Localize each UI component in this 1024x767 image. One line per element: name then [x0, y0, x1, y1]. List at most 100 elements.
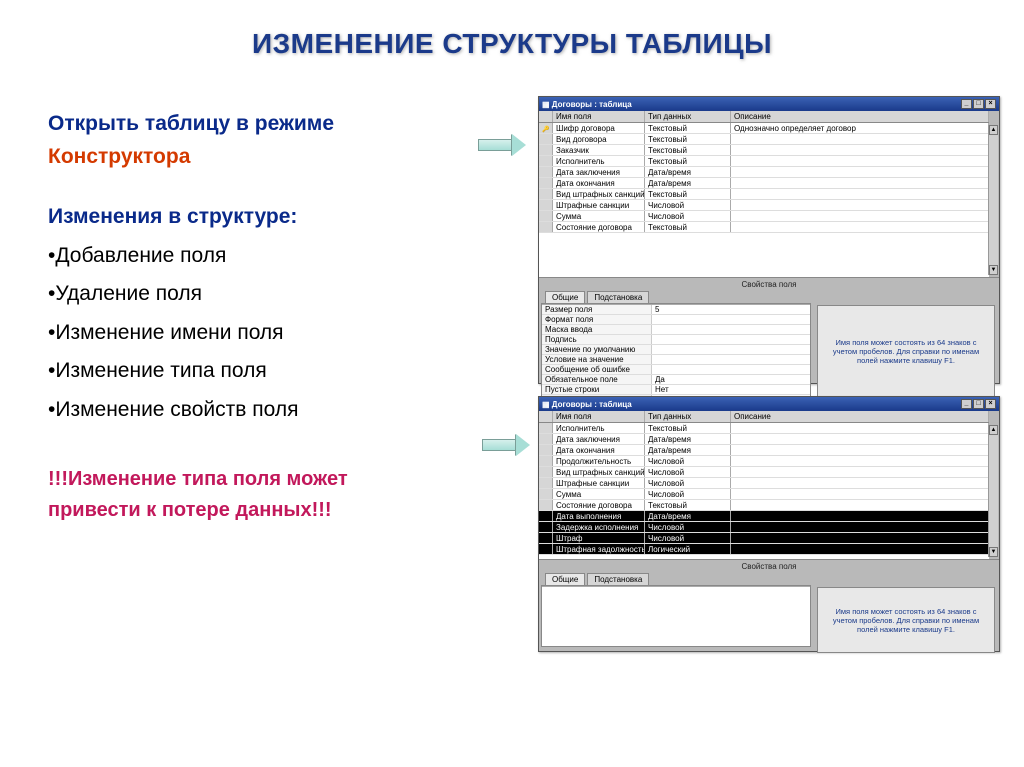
field-desc-cell[interactable] [731, 489, 989, 499]
field-name-cell[interactable]: Дата заключения [553, 434, 645, 444]
row-selector[interactable] [539, 500, 553, 510]
close-button[interactable]: × [985, 99, 996, 109]
scrollbar[interactable]: ▲ ▼ [988, 425, 998, 557]
scroll-up-icon[interactable]: ▲ [989, 425, 998, 435]
table-row[interactable]: ПродолжительностьЧисловой [539, 456, 989, 467]
field-type-cell[interactable]: Текстовый [645, 145, 731, 155]
field-type-cell[interactable]: Числовой [645, 522, 731, 532]
field-name-cell[interactable]: Штрафные санкции [553, 478, 645, 488]
field-desc-cell[interactable] [731, 544, 989, 554]
props-grid[interactable] [542, 586, 810, 646]
property-row[interactable]: Подпись [542, 335, 810, 345]
row-selector[interactable] [539, 222, 553, 232]
field-name-cell[interactable]: Вид штрафных санкций [553, 467, 645, 477]
property-row[interactable]: Маска ввода [542, 325, 810, 335]
row-selector[interactable] [539, 145, 553, 155]
field-name-cell[interactable]: Дата окончания [553, 178, 645, 188]
field-type-cell[interactable]: Дата/время [645, 167, 731, 177]
field-type-cell[interactable]: Текстовый [645, 222, 731, 232]
field-type-cell[interactable]: Числовой [645, 489, 731, 499]
field-type-cell[interactable]: Дата/время [645, 511, 731, 521]
field-name-cell[interactable]: Дата окончания [553, 445, 645, 455]
field-desc-cell[interactable] [731, 145, 989, 155]
col-type[interactable]: Тип данных [645, 411, 731, 422]
maximize-button[interactable]: □ [973, 399, 984, 409]
field-desc-cell[interactable] [731, 222, 989, 232]
table-row[interactable]: Дата выполненияДата/время [539, 511, 989, 522]
close-button[interactable]: × [985, 399, 996, 409]
row-selector[interactable] [539, 434, 553, 444]
tab-general[interactable]: Общие [545, 573, 585, 585]
scroll-up-icon[interactable]: ▲ [989, 125, 998, 135]
field-desc-cell[interactable] [731, 456, 989, 466]
table-row[interactable]: Вид штрафных санкцийЧисловой [539, 467, 989, 478]
prop-value[interactable] [652, 335, 810, 344]
table-row[interactable]: Задержка исполненияЧисловой [539, 522, 989, 533]
col-desc[interactable]: Описание [731, 411, 989, 422]
property-row[interactable]: Пустые строкиНет [542, 385, 810, 395]
field-name-cell[interactable]: Сумма [553, 489, 645, 499]
row-selector[interactable] [539, 156, 553, 166]
row-selector[interactable] [539, 167, 553, 177]
field-type-cell[interactable]: Текстовый [645, 123, 731, 133]
table-row[interactable]: Штрафные санкцииЧисловой [539, 200, 989, 211]
field-desc-cell[interactable]: Однозначно определяет договор [731, 123, 989, 133]
row-selector[interactable] [539, 423, 553, 433]
prop-value[interactable] [652, 325, 810, 334]
property-row[interactable]: Сообщение об ошибке [542, 365, 810, 375]
row-selector[interactable] [539, 200, 553, 210]
field-desc-cell[interactable] [731, 156, 989, 166]
field-type-cell[interactable]: Числовой [645, 478, 731, 488]
table-row[interactable]: Дата окончанияДата/время [539, 178, 989, 189]
row-selector[interactable] [539, 544, 553, 554]
table-row[interactable]: ЗаказчикТекстовый [539, 145, 989, 156]
row-selector[interactable] [539, 134, 553, 144]
row-selector[interactable] [539, 123, 553, 133]
field-type-cell[interactable]: Логический [645, 544, 731, 554]
tab-lookup[interactable]: Подстановка [587, 291, 649, 303]
tab-general[interactable]: Общие [545, 291, 585, 303]
field-type-cell[interactable]: Текстовый [645, 423, 731, 433]
minimize-button[interactable]: _ [961, 99, 972, 109]
field-name-cell[interactable]: Штраф [553, 533, 645, 543]
col-name[interactable]: Имя поля [553, 411, 645, 422]
field-name-cell[interactable]: Штрафные санкции [553, 200, 645, 210]
row-selector[interactable] [539, 533, 553, 543]
row-selector[interactable] [539, 211, 553, 221]
property-row[interactable]: Обязательное полеДа [542, 375, 810, 385]
field-desc-cell[interactable] [731, 434, 989, 444]
field-name-cell[interactable]: Задержка исполнения [553, 522, 645, 532]
field-type-cell[interactable]: Числовой [645, 533, 731, 543]
field-type-cell[interactable]: Дата/время [645, 178, 731, 188]
field-type-cell[interactable]: Текстовый [645, 189, 731, 199]
property-row[interactable]: Условие на значение [542, 355, 810, 365]
prop-value[interactable] [652, 345, 810, 354]
field-desc-cell[interactable] [731, 511, 989, 521]
titlebar[interactable]: ▦ Договоры : таблица _ □ × [539, 397, 999, 411]
row-selector[interactable] [539, 489, 553, 499]
col-type[interactable]: Тип данных [645, 111, 731, 122]
field-desc-cell[interactable] [731, 167, 989, 177]
row-selector[interactable] [539, 522, 553, 532]
table-row[interactable]: Вид штрафных санкцийТекстовый [539, 189, 989, 200]
field-name-cell[interactable]: Заказчик [553, 145, 645, 155]
table-row[interactable]: Дата заключенияДата/время [539, 434, 989, 445]
property-row[interactable]: Размер поля5 [542, 305, 810, 315]
field-type-cell[interactable]: Дата/время [645, 445, 731, 455]
field-desc-cell[interactable] [731, 200, 989, 210]
table-row[interactable]: Дата окончанияДата/время [539, 445, 989, 456]
row-selector[interactable] [539, 445, 553, 455]
table-row[interactable]: Дата заключенияДата/время [539, 167, 989, 178]
table-row[interactable]: СуммаЧисловой [539, 211, 989, 222]
field-type-cell[interactable]: Числовой [645, 200, 731, 210]
prop-value[interactable] [652, 355, 810, 364]
field-desc-cell[interactable] [731, 189, 989, 199]
field-type-cell[interactable]: Числовой [645, 456, 731, 466]
field-type-cell[interactable]: Текстовый [645, 134, 731, 144]
scroll-down-icon[interactable]: ▼ [989, 547, 998, 557]
tab-lookup[interactable]: Подстановка [587, 573, 649, 585]
maximize-button[interactable]: □ [973, 99, 984, 109]
grid-body[interactable]: Шифр договораТекстовыйОднозначно определ… [539, 123, 989, 233]
field-desc-cell[interactable] [731, 478, 989, 488]
prop-value[interactable] [652, 315, 810, 324]
